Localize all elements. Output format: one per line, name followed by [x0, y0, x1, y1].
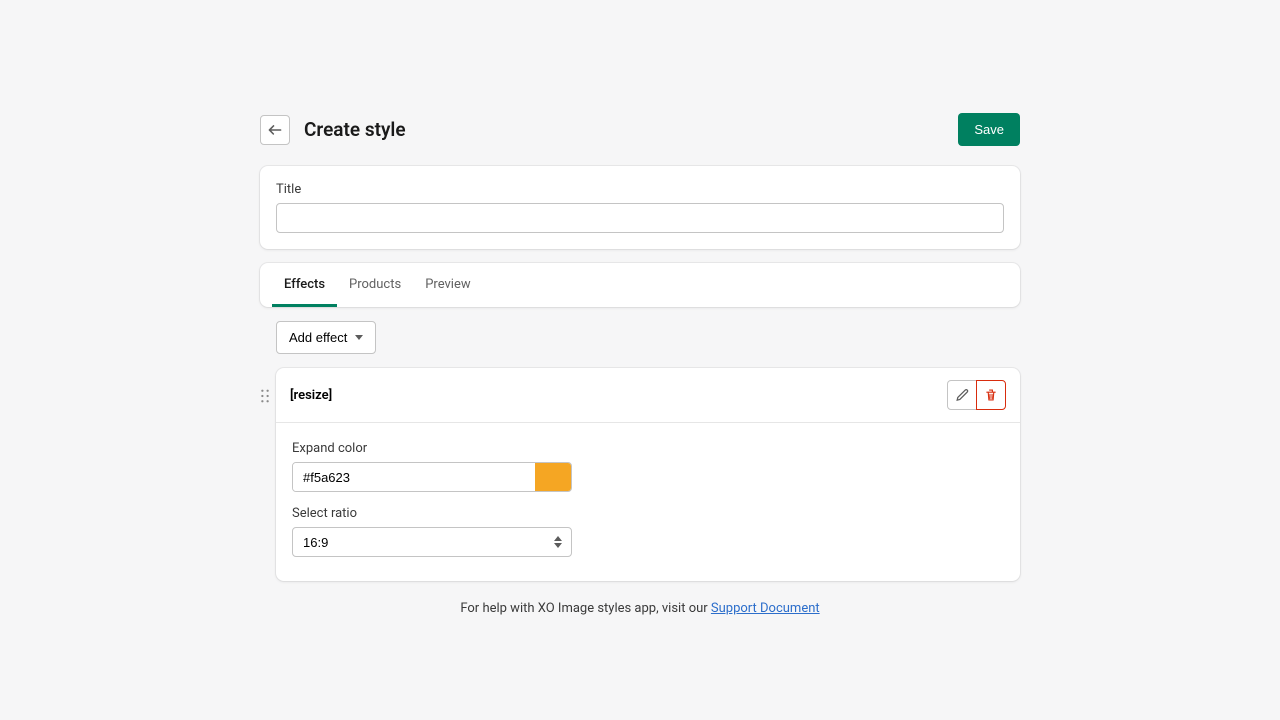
chevron-down-icon: [355, 335, 363, 340]
ratio-select[interactable]: 16:9: [292, 527, 572, 557]
effect-header: [resize]: [276, 368, 1020, 423]
title-label: Title: [276, 182, 1004, 197]
footer-help-text: For help with XO Image styles app, visit…: [460, 601, 711, 616]
effect-name: [resize]: [290, 388, 947, 403]
footer-help: For help with XO Image styles app, visit…: [260, 601, 1020, 616]
add-effect-label: Add effect: [289, 330, 347, 345]
trash-icon: [984, 388, 998, 402]
back-button[interactable]: [260, 115, 290, 145]
pencil-icon: [955, 388, 969, 402]
save-button[interactable]: Save: [958, 113, 1020, 146]
arrow-left-icon: [267, 122, 283, 138]
title-input[interactable]: [276, 203, 1004, 233]
effect-wrapper: [resize] Expand color: [276, 368, 1020, 581]
add-effect-button[interactable]: Add effect: [276, 321, 376, 354]
tab-products[interactable]: Products: [337, 263, 413, 307]
effect-card: [resize] Expand color: [276, 368, 1020, 581]
edit-button[interactable]: [947, 380, 977, 410]
page-title: Create style: [304, 118, 958, 141]
color-input-wrapper: [292, 462, 572, 492]
select-ratio-label: Select ratio: [292, 506, 1004, 521]
support-document-link[interactable]: Support Document: [711, 601, 820, 616]
page-header: Create style Save: [260, 113, 1020, 146]
delete-button[interactable]: [976, 380, 1006, 410]
color-swatch[interactable]: [535, 463, 571, 491]
expand-color-label: Expand color: [292, 441, 1004, 456]
expand-color-input[interactable]: [293, 463, 535, 491]
effect-body: Expand color Select ratio 16:9: [276, 423, 1020, 581]
expand-color-group: Expand color: [292, 441, 1004, 492]
tabs-row: Effects Products Preview: [260, 263, 1020, 307]
drag-handle-icon: [260, 389, 270, 403]
tabs-card: Effects Products Preview: [260, 263, 1020, 307]
ratio-select-wrapper: 16:9: [292, 527, 572, 557]
drag-handle[interactable]: [260, 388, 270, 407]
tab-preview[interactable]: Preview: [413, 263, 482, 307]
select-ratio-group: Select ratio 16:9: [292, 506, 1004, 557]
add-effect-row: Add effect: [260, 321, 1020, 354]
title-card: Title: [260, 166, 1020, 249]
tab-effects[interactable]: Effects: [272, 263, 337, 307]
